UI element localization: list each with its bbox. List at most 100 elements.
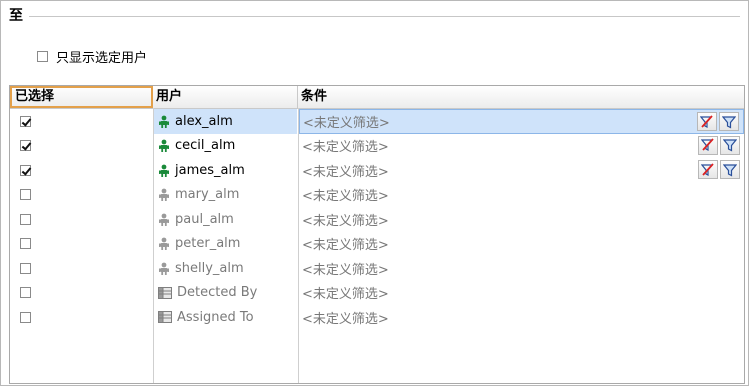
table-row[interactable]: james_alm <未定义筛选> — [10, 158, 744, 183]
table-row[interactable]: mary_alm <未定义筛选> — [10, 183, 744, 208]
condition-text: <未定义筛选> — [302, 189, 389, 205]
user-name: Detected By — [177, 285, 258, 301]
row-checkbox[interactable] — [20, 115, 31, 127]
condition-text: <未定义筛选> — [302, 238, 389, 254]
row-checkbox[interactable] — [20, 189, 31, 201]
select-cell — [10, 305, 153, 330]
table-row[interactable]: alex_alm <未定义筛选> — [10, 109, 744, 134]
condition-text: <未定义筛选> — [302, 311, 389, 327]
user-icon — [159, 262, 169, 275]
condition-text: <未定义筛选> — [302, 140, 389, 156]
row-filter-buttons — [698, 135, 740, 155]
filter-icon — [723, 163, 737, 176]
row-checkbox[interactable] — [20, 213, 31, 225]
row-checkbox[interactable] — [20, 164, 31, 176]
user-cell[interactable]: Detected By — [154, 281, 297, 306]
section-header: 至 — [9, 5, 740, 25]
condition-text: <未定义筛选> — [302, 213, 389, 229]
user-icon — [159, 213, 169, 226]
user-name: james_alm — [175, 162, 245, 178]
filter-icon — [722, 115, 736, 128]
table-row[interactable]: peter_alm <未定义筛选> — [10, 232, 744, 257]
select-cell — [10, 109, 153, 134]
section-divider — [29, 15, 740, 17]
clear-filter-icon — [700, 114, 713, 128]
user-cell[interactable]: peter_alm — [154, 232, 297, 257]
condition-text: <未定义筛选> — [302, 262, 389, 278]
select-cell — [10, 134, 153, 159]
user-icon — [159, 115, 169, 128]
column-header-user[interactable]: 用户 — [153, 86, 298, 108]
user-cell[interactable]: Assigned To — [154, 305, 297, 330]
table-row[interactable]: Detected By <未定义筛选> — [10, 281, 744, 306]
condition-cell[interactable]: <未定义筛选> — [299, 256, 744, 281]
row-filter-buttons — [697, 112, 739, 131]
user-cell[interactable]: shelly_alm — [154, 256, 297, 281]
row-checkbox[interactable] — [20, 140, 31, 152]
user-icon — [159, 237, 169, 251]
user-cell[interactable]: cecil_alm — [154, 134, 297, 159]
user-name: Assigned To — [177, 309, 254, 325]
field-icon — [158, 311, 172, 324]
only-selected-users-label: 只显示选定用户 — [56, 50, 148, 66]
set-filter-button[interactable] — [719, 112, 739, 131]
row-checkbox[interactable] — [20, 262, 31, 274]
user-icon — [159, 164, 169, 177]
row-checkbox[interactable] — [20, 311, 31, 323]
grid-rows: alex_alm <未定义筛选> cecil_alm <未定义筛选> james… — [10, 109, 744, 330]
table-row[interactable]: shelly_alm <未定义筛选> — [10, 256, 744, 281]
clear-filter-icon — [701, 138, 714, 151]
user-cell[interactable]: mary_alm — [154, 183, 297, 208]
table-row[interactable]: cecil_alm <未定义筛选> — [10, 134, 744, 159]
only-selected-users-checkbox[interactable] — [37, 50, 48, 62]
user-name: peter_alm — [175, 236, 241, 252]
user-name: paul_alm — [175, 211, 234, 227]
condition-cell[interactable]: <未定义筛选> — [299, 158, 744, 183]
clear-filter-button[interactable] — [698, 135, 718, 155]
user-name: alex_alm — [175, 113, 233, 129]
user-cell[interactable]: james_alm — [154, 158, 297, 183]
user-name: mary_alm — [175, 187, 240, 203]
filter-icon — [723, 139, 737, 152]
clear-filter-button[interactable] — [697, 112, 717, 131]
row-checkbox[interactable] — [20, 238, 31, 250]
select-cell — [10, 256, 153, 281]
condition-text: <未定义筛选> — [303, 115, 390, 131]
row-filter-buttons — [698, 160, 740, 179]
user-icon — [159, 139, 169, 153]
select-cell — [10, 207, 153, 232]
grid-header: 已选择 用户 条件 — [10, 86, 744, 109]
table-row[interactable]: paul_alm <未定义筛选> — [10, 207, 744, 232]
condition-text: <未定义筛选> — [302, 164, 389, 180]
select-cell — [10, 183, 153, 208]
clear-filter-icon — [701, 162, 714, 176]
user-icon — [159, 188, 169, 202]
recipients-panel: 至 只显示选定用户 已选择 用户 条件 alex_alm <未定义筛选> cec… — [0, 0, 749, 386]
user-cell[interactable]: paul_alm — [154, 207, 297, 232]
user-cell[interactable]: alex_alm — [154, 109, 297, 134]
condition-cell[interactable]: <未定义筛选> — [299, 183, 744, 208]
user-name: shelly_alm — [175, 260, 244, 276]
select-cell — [10, 281, 153, 306]
set-filter-button[interactable] — [720, 135, 740, 155]
column-header-selected[interactable]: 已选择 — [10, 86, 153, 108]
condition-cell[interactable]: <未定义筛选> — [299, 232, 744, 257]
condition-cell[interactable]: <未定义筛选> — [299, 305, 744, 330]
only-selected-users-option[interactable]: 只显示选定用户 — [37, 47, 148, 66]
condition-cell[interactable]: <未定义筛选> — [299, 207, 744, 232]
user-name: cecil_alm — [175, 138, 236, 154]
field-icon — [158, 286, 172, 299]
condition-cell[interactable]: <未定义筛选> — [299, 281, 744, 306]
section-title: 至 — [9, 8, 23, 24]
table-row[interactable]: Assigned To <未定义筛选> — [10, 305, 744, 330]
row-checkbox[interactable] — [20, 287, 31, 299]
set-filter-button[interactable] — [720, 160, 740, 179]
condition-cell[interactable]: <未定义筛选> — [299, 109, 744, 134]
users-grid: 已选择 用户 条件 alex_alm <未定义筛选> cecil_alm <未定… — [9, 85, 745, 384]
select-cell — [10, 158, 153, 183]
select-cell — [10, 232, 153, 257]
condition-cell[interactable]: <未定义筛选> — [299, 134, 744, 159]
column-header-condition[interactable]: 条件 — [298, 86, 744, 108]
clear-filter-button[interactable] — [698, 160, 718, 179]
condition-text: <未定义筛选> — [302, 287, 389, 303]
